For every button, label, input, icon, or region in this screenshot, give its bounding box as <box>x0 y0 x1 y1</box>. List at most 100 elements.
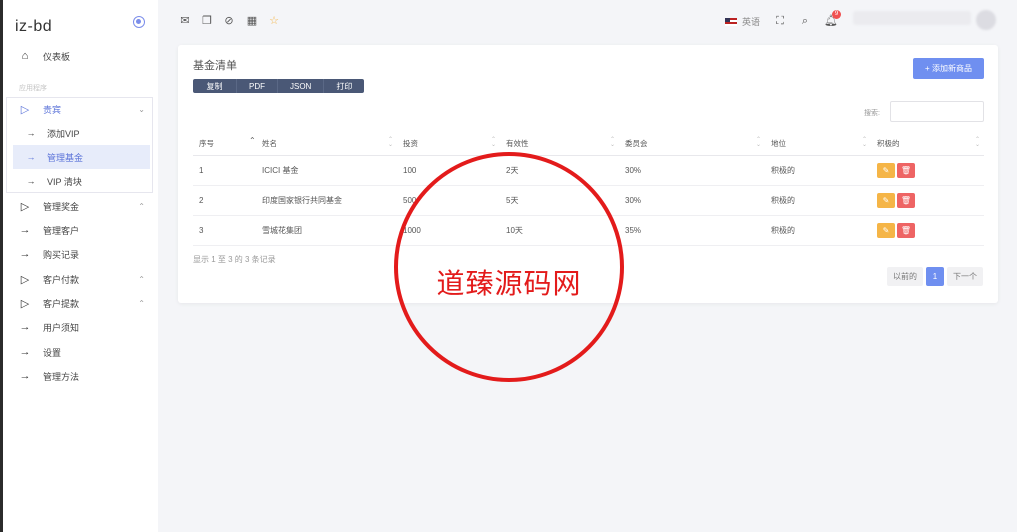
cell-commission: 35% <box>619 215 765 246</box>
sidebar-toggle-icon[interactable] <box>133 16 145 28</box>
column-header[interactable]: 投资 ⌃ ⌄ <box>397 133 500 156</box>
cell-status: 积极的 <box>765 185 871 216</box>
search-icon[interactable]: ⌕ <box>799 15 811 27</box>
star-icon[interactable]: ☆ <box>268 15 280 27</box>
cell-commission: 30% <box>619 185 765 216</box>
play-outline-icon: ▷ <box>20 200 30 213</box>
cell-actions: ✎ 🗑︎ <box>871 155 984 186</box>
sidebar-subitem-vip-list[interactable]: → VIP 清块 <box>3 169 151 193</box>
chevron-down-icon: ⌄ <box>138 104 145 114</box>
sidebar-item-settings[interactable]: → 设置 <box>3 340 151 364</box>
arrow-right-icon: → <box>19 224 31 236</box>
sidebar-item-withdrawals[interactable]: ▷ 客户提款 ⌃ <box>3 291 151 315</box>
pagination: 以前的 1 下一个 <box>887 267 983 286</box>
column-header[interactable]: 姓名 ⌃ ⌄ <box>256 133 397 156</box>
page-title: 基金清单 <box>193 60 237 72</box>
prev-page-button[interactable]: 以前的 <box>887 267 923 286</box>
sidebar-item-vip[interactable]: ▷ 贵宾 ⌄ <box>3 97 151 121</box>
column-header[interactable]: 委员会 ⌃ ⌄ <box>619 133 765 156</box>
sidebar-item-payments[interactable]: ▷ 客户付款 ⌃ <box>3 267 151 291</box>
topbar: ✉ ❐ ⊘ ▦ ☆ 英语 ⛶ ⌕ 🔔︎ 9 <box>158 0 1017 44</box>
chevron-up-icon: ⌃ <box>138 274 145 284</box>
sidebar: iz-bd ⌂ 仪表板 应用程序 ▷ 贵宾 ⌄ → 添加VIP → 管理基金 →… <box>3 0 158 532</box>
sidebar-subitem-add-vip[interactable]: → 添加VIP <box>3 121 151 145</box>
table-info: 显示 1 至 3 的 3 条记录 <box>193 255 276 264</box>
next-page-button[interactable]: 下一个 <box>947 267 983 286</box>
arrow-right-icon: → <box>19 370 31 382</box>
column-header[interactable]: 积极的 ⌃ ⌄ <box>871 133 984 156</box>
sidebar-item-methods[interactable]: → 管理方法 <box>3 364 151 388</box>
cell-investment: 100 <box>397 155 500 186</box>
search-input[interactable] <box>890 101 984 122</box>
us-flag-icon <box>725 17 737 26</box>
mail-icon[interactable]: ✉ <box>179 15 191 27</box>
chevron-up-icon: ⌃ <box>138 201 145 211</box>
cell-name: 印度国家银行共同基金 <box>256 185 397 216</box>
arrow-right-icon: → <box>19 321 31 333</box>
sidebar-subitem-manage-fund[interactable]: → 管理基金 <box>13 145 150 169</box>
cell-status: 积极的 <box>765 155 871 186</box>
trash-icon[interactable]: 🗑︎ <box>897 222 915 238</box>
search-label: 搜索: <box>864 110 880 117</box>
arrow-right-icon: → <box>19 248 31 260</box>
sidebar-item-dashboard[interactable]: ⌂ 仪表板 <box>3 44 151 68</box>
copy-button[interactable]: 复制 <box>193 79 237 93</box>
column-header[interactable]: 序号 ⌃ <box>193 133 256 156</box>
arrow-right-icon: → <box>26 128 36 138</box>
edit-icon[interactable]: ✎ <box>877 162 895 178</box>
table-row: 3 雪城花集团 1000 10天 35% 积极的 ✎ 🗑︎ <box>193 215 984 246</box>
sidebar-item-purchases[interactable]: → 购买记录 <box>3 242 151 266</box>
cell-validity: 2天 <box>500 155 619 186</box>
cell-index: 1 <box>193 155 256 186</box>
sidebar-item-label: 管理方法 <box>43 371 80 382</box>
sidebar-item-notice[interactable]: → 用户须知 <box>3 315 151 339</box>
language-label: 英语 <box>742 17 761 27</box>
print-button[interactable]: 打印 <box>324 79 365 93</box>
edit-icon[interactable]: ✎ <box>877 192 895 208</box>
cell-validity: 5天 <box>500 185 619 216</box>
chat-icon[interactable]: ❐ <box>201 15 213 27</box>
home-icon: ⌂ <box>21 50 29 62</box>
avatar[interactable] <box>976 10 996 30</box>
cell-commission: 30% <box>619 155 765 186</box>
play-outline-icon: ▷ <box>20 297 30 310</box>
cell-investment: 1000 <box>397 215 500 246</box>
sidebar-item-label: 客户付款 <box>43 274 80 285</box>
add-item-button[interactable]: + 添加新商品 <box>913 58 984 79</box>
sidebar-item-bonus[interactable]: ▷ 管理奖金 ⌃ <box>3 194 151 218</box>
table-row: 1 ICICI 基金 100 2天 30% 积极的 ✎ 🗑︎ <box>193 155 984 186</box>
table-row: 2 印度国家银行共同基金 500 5天 30% 积极的 ✎ 🗑︎ <box>193 185 984 216</box>
cell-validity: 10天 <box>500 215 619 246</box>
column-header[interactable]: 地位 ⌃ ⌄ <box>765 133 871 156</box>
trash-icon[interactable]: 🗑︎ <box>897 162 915 178</box>
sidebar-item-label: VIP 清块 <box>47 176 82 187</box>
sidebar-item-label: 添加VIP <box>47 128 80 139</box>
sidebar-item-label: 用户须知 <box>43 322 80 333</box>
cell-index: 3 <box>193 215 256 246</box>
cell-status: 积极的 <box>765 215 871 246</box>
sidebar-item-label: 仪表板 <box>43 51 71 62</box>
arrow-right-icon: → <box>26 176 36 186</box>
trash-icon[interactable]: 🗑︎ <box>897 192 915 208</box>
sidebar-item-label: 管理奖金 <box>43 201 80 212</box>
sidebar-item-label: 客户提款 <box>43 298 80 309</box>
json-button[interactable]: JSON <box>278 79 325 93</box>
arrow-right-icon: → <box>26 152 36 162</box>
sidebar-item-label: 设置 <box>43 347 62 358</box>
pdf-button[interactable]: PDF <box>237 79 278 93</box>
sidebar-item-label: 购买记录 <box>43 249 80 260</box>
calendar-icon[interactable]: ▦ <box>246 15 258 27</box>
column-header[interactable]: 有效性 ⌃ ⌄ <box>500 133 619 156</box>
cell-name: ICICI 基金 <box>256 155 397 186</box>
page-number-button[interactable]: 1 <box>926 267 944 286</box>
sidebar-item-customers[interactable]: → 管理客户 <box>3 218 151 242</box>
check-circle-icon[interactable]: ⊘ <box>223 15 235 27</box>
user-name[interactable] <box>853 11 971 25</box>
play-outline-icon: ▷ <box>20 103 30 116</box>
language-selector[interactable]: 英语 <box>725 15 760 28</box>
edit-icon[interactable]: ✎ <box>877 222 895 238</box>
export-buttons: 复制 PDF JSON 打印 <box>193 79 365 93</box>
cell-index: 2 <box>193 185 256 216</box>
sidebar-section-label: 应用程序 <box>19 85 47 92</box>
fullscreen-icon[interactable]: ⛶ <box>774 15 786 27</box>
